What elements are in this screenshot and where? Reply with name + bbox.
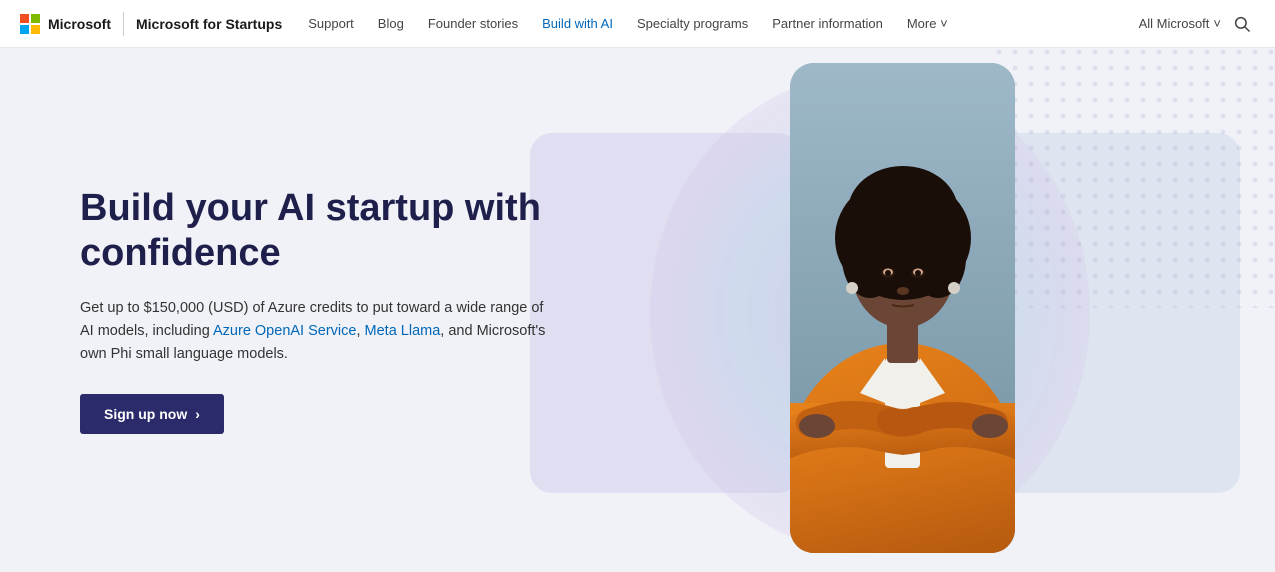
nav-link-partner-information[interactable]: Partner information	[762, 12, 893, 35]
microsoft-logo-link[interactable]: Microsoft	[20, 14, 111, 34]
nav-link-founder-stories[interactable]: Founder stories	[418, 12, 528, 35]
nav-right: All Microsoft ˅	[1139, 11, 1255, 37]
nav-link-support[interactable]: Support	[298, 12, 364, 35]
nav-link-more[interactable]: More ˅	[897, 12, 958, 35]
azure-openai-link[interactable]: Azure OpenAI Service	[213, 323, 356, 339]
search-icon	[1233, 15, 1251, 33]
nav-links: Support Blog Founder stories Build with …	[298, 12, 1138, 35]
more-chevron-icon: ˅	[940, 16, 948, 31]
logo-blue	[20, 25, 29, 34]
brand-name: Microsoft	[48, 16, 111, 32]
microsoft-logo	[20, 14, 40, 34]
all-microsoft-menu[interactable]: All Microsoft ˅	[1139, 16, 1221, 31]
signup-chevron-icon: ›	[195, 406, 200, 422]
logo-red	[20, 14, 29, 23]
hero-section: Build your AI startup with confidence Ge…	[0, 48, 1275, 572]
hero-body: Get up to $150,000 (USD) of Azure credit…	[80, 297, 560, 367]
hero-content: Build your AI startup with confidence Ge…	[0, 186, 560, 435]
hero-visual	[595, 48, 1275, 572]
meta-llama-link[interactable]: Meta Llama	[365, 323, 441, 339]
nav-link-blog[interactable]: Blog	[368, 12, 414, 35]
hero-title: Build your AI startup with confidence	[80, 186, 560, 277]
search-button[interactable]	[1229, 11, 1255, 37]
navbar: Microsoft Microsoft for Startups Support…	[0, 0, 1275, 48]
person-illustration	[790, 63, 1015, 553]
nav-link-specialty-programs[interactable]: Specialty programs	[627, 12, 758, 35]
nav-link-build-with-ai[interactable]: Build with AI	[532, 12, 623, 35]
nav-divider	[123, 12, 124, 36]
all-ms-chevron-icon: ˅	[1213, 16, 1221, 31]
product-name: Microsoft for Startups	[136, 16, 282, 32]
person-card	[790, 63, 1015, 558]
signup-button[interactable]: Sign up now ›	[80, 394, 224, 434]
logo-green	[31, 14, 40, 23]
logo-yellow	[31, 25, 40, 34]
